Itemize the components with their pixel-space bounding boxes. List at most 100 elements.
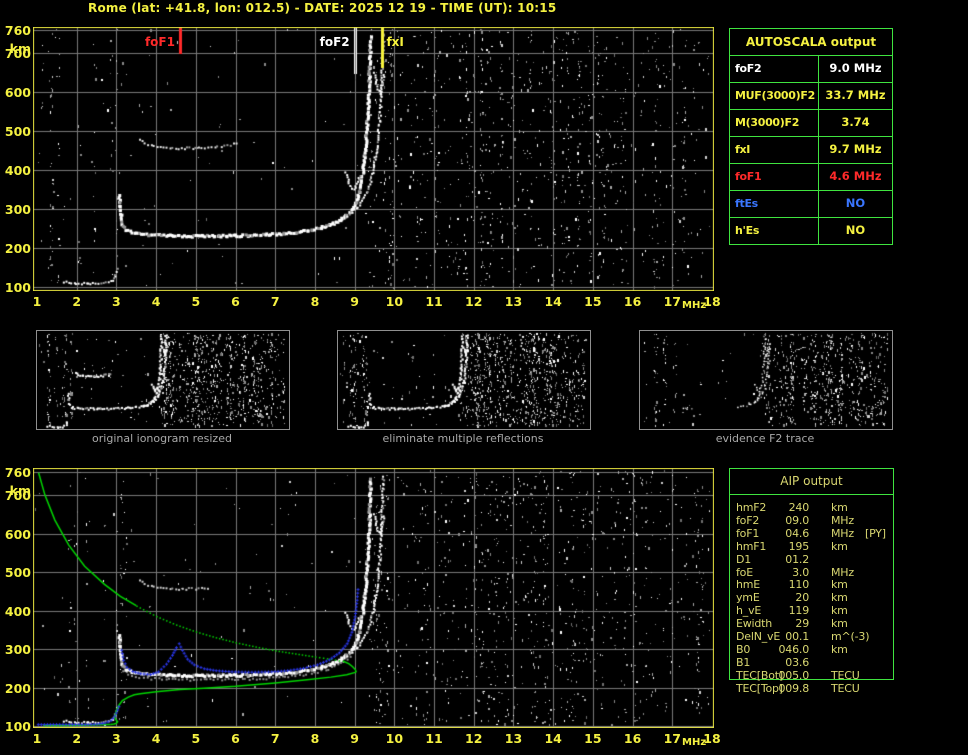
aip-row-B0: B0 046.0 km xyxy=(729,643,914,656)
aip-param-unit: km xyxy=(831,642,848,656)
x-axis-label: 14 xyxy=(544,294,562,309)
aip-param-name: Ewidth xyxy=(736,617,773,631)
aip-param-name: foF1 xyxy=(736,526,760,540)
aip-param-value: 03.6 xyxy=(785,655,809,669)
x-axis-unit-label: MHz xyxy=(682,737,707,748)
marker-label-foF1: foF1 xyxy=(144,35,175,49)
scaled-ionogram-canvas xyxy=(33,27,714,291)
aip-param-unit: TECU xyxy=(831,668,860,682)
thumbnail-original-ionogram-canvas xyxy=(37,331,289,429)
x-axis-label: 13 xyxy=(504,294,523,309)
autoscala-row-M(3000)F2: M(3000)F2 3.74 xyxy=(730,110,892,137)
autoscala-param-value: 9.0 MHz xyxy=(829,61,882,75)
y-axis-label: 600 xyxy=(4,526,31,542)
aip-param-value: 01.2 xyxy=(785,552,809,566)
autoscala-output-table: AUTOSCALA output foF2 9.0 MHz MUF(3000)F2 3… xyxy=(729,28,893,245)
y-axis-label: 400 xyxy=(4,603,31,619)
autoscala-param-label: MUF(3000)F2 xyxy=(730,83,819,109)
aip-param-unit: TECU xyxy=(831,681,860,695)
x-axis-label: 15 xyxy=(584,294,602,309)
x-axis-label: 3 xyxy=(112,731,121,746)
aip-param-name: B1 xyxy=(736,655,751,669)
aip-param-name: hmE xyxy=(736,578,761,592)
aip-row-D1: D1 01.2 xyxy=(729,553,914,566)
aip-param-value: 3.0 xyxy=(792,565,809,579)
autoscala-row-h'Es: h'Es NO xyxy=(730,218,892,244)
x-axis-label: 13 xyxy=(504,731,523,746)
profile-ionogram-plot xyxy=(33,468,714,728)
aip-row-DelN_vE: DelN_vE 00.1 m^(-3) xyxy=(729,630,914,643)
autoscala-param-value: 9.7 MHz xyxy=(829,142,882,156)
aip-param-unit: MHz xyxy=(831,565,854,579)
profile-ionogram-canvas xyxy=(33,468,714,728)
aip-param-name: foF2 xyxy=(736,513,760,527)
aip-row-foF2: foF2 09.0 MHz xyxy=(729,514,914,527)
x-axis-label: 1 xyxy=(32,294,42,309)
aip-param-extra: [PY] xyxy=(865,526,886,540)
marker-label-fxI: fxI xyxy=(386,35,404,49)
x-axis-label: 10 xyxy=(385,731,404,746)
x-axis-label: 11 xyxy=(425,731,443,746)
x-axis-unit-label: MHz xyxy=(682,300,707,311)
y-axis-label: 760 xyxy=(4,465,31,480)
x-axis-label: 12 xyxy=(465,731,483,746)
autoscala-param-label: ftEs xyxy=(730,191,819,217)
x-axis-label: 17 xyxy=(663,731,681,746)
aip-row-TEC[Top]: TEC[Top] 009.8 TECU xyxy=(729,682,914,695)
autoscala-param-value: 3.74 xyxy=(841,115,870,129)
aip-row-foF1: foF1 04.6 MHz [PY] xyxy=(729,527,914,540)
autoscala-table-rows: foF2 9.0 MHz MUF(3000)F2 33.7 MHz M(3000)F2 3… xyxy=(730,56,892,244)
aip-param-unit: km xyxy=(831,578,848,592)
x-axis-label: 8 xyxy=(310,294,320,309)
aip-param-unit: km xyxy=(831,591,848,605)
aip-param-value: 110 xyxy=(788,578,810,592)
aip-param-value: 29 xyxy=(795,617,809,631)
x-axis-label: 11 xyxy=(425,294,443,309)
x-axis-label: 7 xyxy=(270,731,280,746)
aip-param-unit: km xyxy=(831,501,848,514)
autoscala-param-label: fxI xyxy=(730,137,819,163)
thumbnail-caption-eliminate: eliminate multiple reflections xyxy=(382,432,544,445)
aip-row-ymE: ymE 20 km xyxy=(729,591,914,604)
autoscala-param-value: NO xyxy=(845,223,866,237)
y-axis-label: 760 xyxy=(4,23,31,38)
autoscala-row-MUF(3000)F2: MUF(3000)F2 33.7 MHz xyxy=(730,83,892,110)
aip-param-name: D1 xyxy=(736,552,752,566)
thumbnail-evidence-f2-canvas xyxy=(640,331,892,429)
x-axis-label: 5 xyxy=(191,294,201,309)
x-axis-label: 5 xyxy=(191,731,201,746)
aip-param-value: 240 xyxy=(788,501,810,514)
x-axis-label: 16 xyxy=(623,731,642,746)
x-axis-label: 2 xyxy=(72,294,82,309)
aip-param-unit: MHz xyxy=(831,526,854,540)
thumbnail-original-ionogram xyxy=(36,330,290,430)
autoscala-row-foF2: foF2 9.0 MHz xyxy=(730,56,892,83)
aip-row-hmE: hmE 110 km xyxy=(729,578,914,591)
aip-param-value: 046.0 xyxy=(778,642,810,656)
autoscala-param-label: M(3000)F2 xyxy=(730,110,819,136)
aip-param-unit: m^(-3) xyxy=(831,630,870,643)
x-axis-label: 4 xyxy=(151,294,161,309)
y-axis-label: 500 xyxy=(4,124,31,140)
autoscala-row-foF1: foF1 4.6 MHz xyxy=(730,164,892,191)
x-axis-label: 6 xyxy=(231,731,240,746)
autoscala-param-label: foF1 xyxy=(730,164,819,190)
aip-param-name: foE xyxy=(736,565,753,579)
aip-param-value: 04.6 xyxy=(785,526,809,540)
aip-param-value: 09.0 xyxy=(785,513,809,527)
aip-panel-header: AIP output xyxy=(730,469,893,495)
x-axis-label: 1 xyxy=(32,731,42,746)
x-axis-label: 15 xyxy=(584,731,602,746)
x-axis-label: 9 xyxy=(350,731,359,746)
autoscala-row-ftEs: ftEs NO xyxy=(730,191,892,218)
scaled-ionogram-plot: foF1 foF2 fxI xyxy=(33,27,714,291)
y-axis-label: 100 xyxy=(4,280,31,295)
thumbnail-eliminate-multiples xyxy=(337,330,591,430)
autoscala-window: Rome (lat: +41.8, lon: 012.5) - DATE: 20… xyxy=(0,0,968,755)
aip-row-h_vE: h_vE 119 km xyxy=(729,604,914,617)
aip-row-hmF2: hmF2 240 km xyxy=(729,501,914,514)
x-axis-label: 2 xyxy=(72,731,82,746)
autoscala-param-label: h'Es xyxy=(730,218,819,244)
thumbnail-eliminate-multiples-canvas xyxy=(338,331,590,429)
marker-label-foF2: foF2 xyxy=(319,35,350,49)
